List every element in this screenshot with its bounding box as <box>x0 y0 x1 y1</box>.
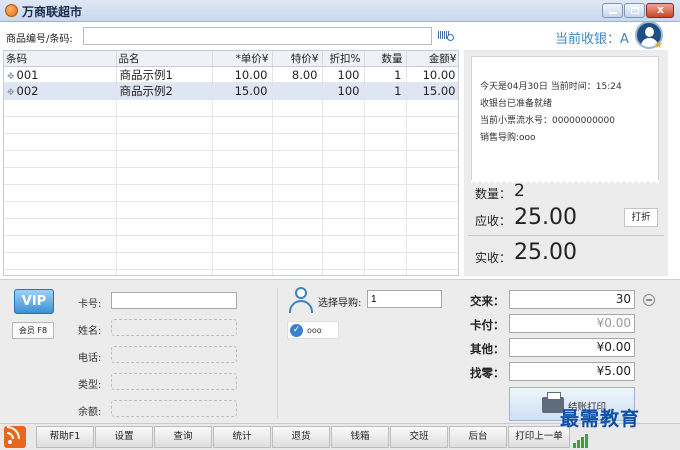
type-field <box>111 373 237 390</box>
name-field <box>111 319 237 336</box>
qty-value: 2 <box>514 181 525 201</box>
current-cashier: 当前收银：A <box>555 32 629 47</box>
cell-name: 商品示例1 <box>116 66 213 83</box>
cell-amount: 15.00 <box>406 83 458 99</box>
divider <box>277 288 278 418</box>
rss-icon[interactable] <box>4 426 26 448</box>
card-label: 卡号: <box>78 299 102 310</box>
other-pay-label: 其他： <box>470 342 505 356</box>
title-bar: 万商联超市 x <box>0 0 680 22</box>
minimize-icon <box>609 12 617 14</box>
window-title: 万商联超市 <box>22 5 83 19</box>
receipt-preview: 今天是04月30日 当前时间：15:24 收银台已准备就绪 当前小票流水号：00… <box>471 56 659 180</box>
help-button[interactable]: 帮助F1 <box>36 426 94 448</box>
receipt-line: 当前小票流水号：00000000000 <box>480 116 615 126</box>
table-header: 条码 品名 *单价¥ 特价¥ 折扣% 数量 金额¥ <box>4 51 458 67</box>
sales-guide-icon <box>287 286 315 314</box>
guide-tag[interactable]: ✓ ooo <box>287 321 339 339</box>
settings-button[interactable]: 设置 <box>95 426 153 448</box>
due-label: 应收： <box>475 214 512 228</box>
name-label: 姓名: <box>78 326 102 337</box>
cell-special: 8.00 <box>272 66 323 83</box>
vip-icon[interactable]: VIP <box>14 289 54 314</box>
check-icon: ✓ <box>290 324 303 337</box>
card-pay-input[interactable]: ¥0.00 <box>509 314 635 333</box>
cell-special <box>272 83 323 99</box>
member-button[interactable]: 会员 F8 <box>12 322 54 339</box>
col-header[interactable]: 金额¥ <box>406 51 458 67</box>
search-label: 商品编号/条码: <box>6 34 73 45</box>
col-header[interactable]: 品名 <box>116 51 213 67</box>
minus-circle-icon[interactable] <box>643 294 655 306</box>
discount-button[interactable]: 打折 <box>624 208 658 227</box>
col-header[interactable]: 数量 <box>364 51 407 67</box>
magnifier-icon <box>447 34 454 41</box>
close-button[interactable]: x <box>646 3 674 18</box>
barcode-search-icon[interactable] <box>438 28 456 44</box>
table-row[interactable]: ✥ 002 商品示例2 15.00 100 1 15.00 <box>4 83 458 99</box>
shift-handover-button[interactable]: 交班 <box>390 426 448 448</box>
col-header[interactable]: *单价¥ <box>212 51 273 67</box>
col-header[interactable]: 折扣% <box>322 51 365 67</box>
avatar-head <box>645 27 654 37</box>
cell-amount: 10.00 <box>406 66 458 83</box>
guide-label: 选择导购: <box>318 298 362 309</box>
receipt-line: 今天是04月30日 当前时间：15:24 <box>480 82 622 92</box>
tendered-label: 交来： <box>470 294 505 308</box>
type-label: 类型: <box>78 380 102 391</box>
due-value: 25.00 <box>514 205 577 230</box>
balance-field <box>111 400 237 417</box>
paid-value: 25.00 <box>514 240 577 265</box>
card-pay-label: 卡付： <box>470 318 505 332</box>
guide-tag-label: ooo <box>307 326 322 335</box>
divider <box>468 235 664 236</box>
product-table: 条码 品名 *单价¥ 特价¥ 折扣% 数量 金额¥ ✥ 001 商品示例1 10.… <box>4 51 458 99</box>
cash-drawer-button[interactable]: 钱箱 <box>331 426 389 448</box>
qty-label: 数量： <box>475 187 512 201</box>
tendered-input[interactable]: 30 <box>509 290 635 309</box>
cell-discount: 100 <box>322 66 365 83</box>
table-row[interactable]: ✥ 001 商品示例1 10.00 8.00 100 1 10.00 <box>4 66 458 83</box>
cell-qty: 1 <box>364 83 407 99</box>
col-header[interactable]: 条码 <box>4 51 117 67</box>
guide-input[interactable] <box>367 290 442 308</box>
receipt-line: 收银台已准备就绪 <box>480 99 553 109</box>
row-expand-icon[interactable]: ✥ <box>7 88 15 98</box>
close-icon: x <box>657 3 665 16</box>
summary-panel: 今天是04月30日 当前时间：15:24 收银台已准备就绪 当前小票流水号：00… <box>464 50 668 276</box>
app-logo-icon <box>5 4 18 17</box>
phone-field <box>111 346 237 363</box>
signal-icon <box>573 432 591 448</box>
paid-label: 实收： <box>475 251 512 265</box>
maximize-icon <box>631 7 639 14</box>
product-grid[interactable]: 条码 品名 *单价¥ 特价¥ 折扣% 数量 金额¥ ✥ 001 商品示例1 10.… <box>3 50 459 276</box>
cell-qty: 1 <box>364 66 407 83</box>
change-input: ¥5.00 <box>509 362 635 381</box>
watermark: 最需教育 <box>560 408 641 430</box>
row-expand-icon[interactable]: ✥ <box>7 72 15 82</box>
checkout-area: VIP 会员 F8 卡号: 姓名: 电话: 类型: 余额: 选择导购: ✓ oo… <box>0 279 680 423</box>
other-pay-input[interactable]: ¥0.00 <box>509 338 635 357</box>
cell-discount: 100 <box>322 83 365 99</box>
query-button[interactable]: 查询 <box>154 426 212 448</box>
backend-button[interactable]: 后台 <box>449 426 507 448</box>
cell-code: 001 <box>16 68 39 82</box>
col-header[interactable]: 特价¥ <box>272 51 323 67</box>
cell-price: 10.00 <box>212 66 273 83</box>
phone-label: 电话: <box>78 353 102 364</box>
receipt-line: 销售导购:ooo <box>480 133 536 143</box>
change-label: 找零： <box>470 366 505 380</box>
card-number-input[interactable] <box>111 292 237 309</box>
minimize-button[interactable] <box>602 3 623 18</box>
balance-label: 余额: <box>78 407 102 418</box>
cell-name: 商品示例2 <box>116 83 213 99</box>
stats-button[interactable]: 统计 <box>213 426 271 448</box>
maximize-button[interactable] <box>624 3 645 18</box>
cell-price: 15.00 <box>212 83 273 99</box>
cell-code: 002 <box>16 84 39 98</box>
search-input[interactable] <box>83 27 432 45</box>
return-button[interactable]: 退货 <box>272 426 330 448</box>
